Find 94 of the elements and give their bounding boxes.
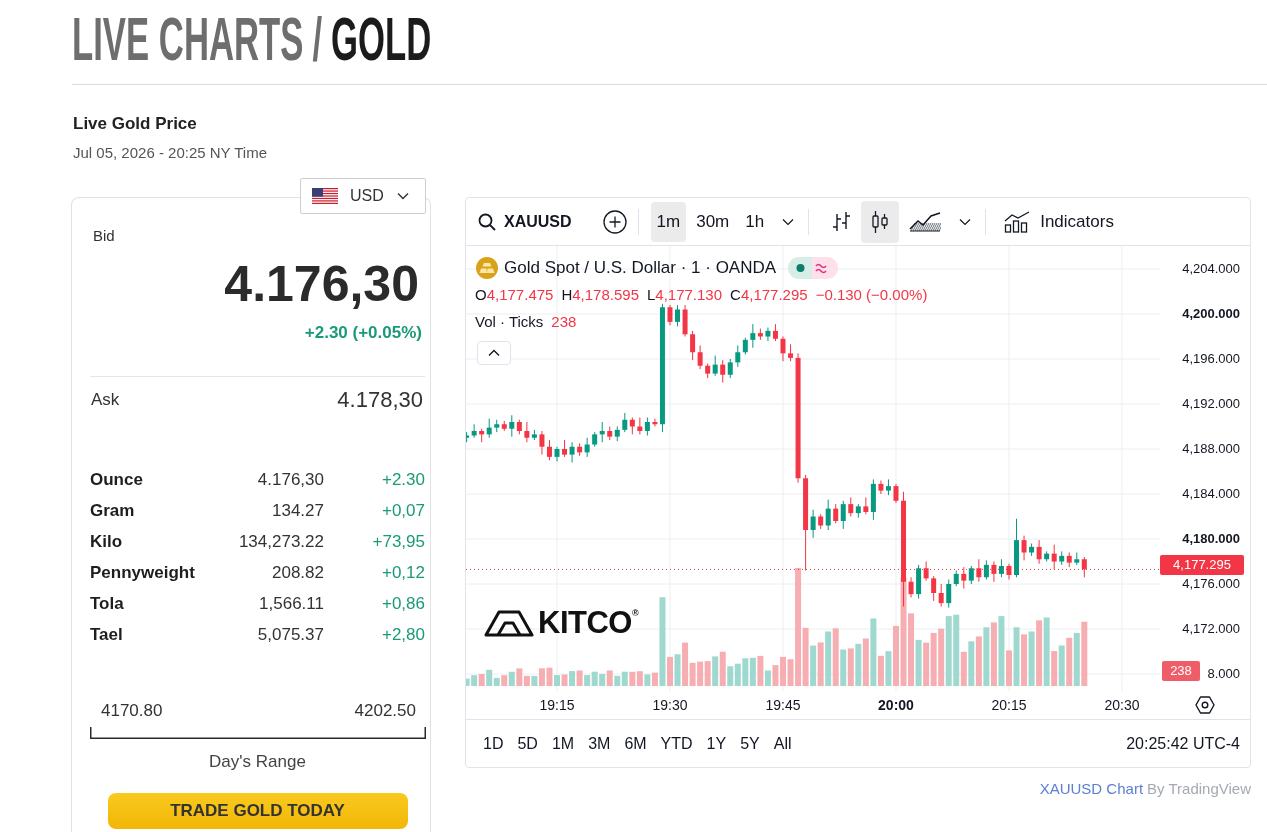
unit-price: 4.176,30 bbox=[257, 469, 324, 491]
ohlc-value: 4,177.475 bbox=[486, 285, 554, 303]
bid-label: Bid bbox=[93, 227, 115, 245]
clock-text: 20:25:42 UTC-4 bbox=[1126, 734, 1240, 753]
candlestick-icon bbox=[871, 209, 890, 234]
unit-price: 208.82 bbox=[272, 562, 324, 584]
range-button[interactable]: 5Y bbox=[733, 730, 767, 757]
range-button[interactable]: All bbox=[766, 730, 799, 757]
unit-price: 1,566.11 bbox=[259, 593, 324, 615]
price-axis-label: 4,204.000 bbox=[1182, 261, 1240, 277]
time-axis-label: 19:15 bbox=[538, 696, 576, 714]
flag-icon bbox=[312, 188, 338, 204]
area-chart-icon bbox=[909, 211, 942, 232]
price-axis-label: 4,188.000 bbox=[1182, 441, 1240, 457]
ohlc-label: O bbox=[475, 285, 487, 303]
range-low: 4170.80 bbox=[101, 700, 163, 722]
timestamp: Jul 05, 2026 - 20:25 NY Time bbox=[73, 143, 267, 163]
ohlc-label: C bbox=[730, 285, 741, 303]
price-axis-label: 4,180.000 bbox=[1182, 531, 1240, 547]
chart-style-button[interactable] bbox=[861, 200, 900, 243]
time-axis-label: 20:30 bbox=[1103, 696, 1141, 714]
price-axis-label: 4,172.000 bbox=[1182, 621, 1240, 637]
unit-change: +0,86 bbox=[382, 593, 425, 615]
page-title: GOLD bbox=[331, 4, 432, 73]
caret-icon bbox=[782, 217, 795, 226]
interval-tab[interactable]: 1m bbox=[650, 201, 687, 242]
caret-icon bbox=[396, 192, 409, 200]
chart-link[interactable]: XAUUSD Chart bbox=[1039, 779, 1144, 799]
volume-tag: 238 bbox=[1162, 661, 1200, 681]
breadcrumb-separator: / bbox=[312, 4, 323, 73]
ohlc-value: 4,178.595 bbox=[572, 285, 639, 303]
unit-name: Gram bbox=[90, 500, 135, 522]
unit-price: 134.27 bbox=[272, 500, 324, 522]
ohlc-bars-icon bbox=[831, 210, 852, 233]
legend-title: Gold Spot / U.S. Dollar · 1 · OANDA bbox=[504, 258, 777, 278]
unit-change: +0,07 bbox=[382, 500, 425, 522]
ask-label: Ask bbox=[91, 390, 120, 410]
time-axis-label: 19:30 bbox=[651, 696, 689, 714]
logo-text: KITCO$^{®}$ bbox=[538, 607, 639, 639]
bid-price: 4.176,30 bbox=[224, 256, 419, 312]
unit-name: Ounce bbox=[90, 469, 143, 491]
unit-name: Tola bbox=[90, 593, 124, 615]
range-button[interactable]: 6M bbox=[617, 730, 654, 757]
last-price-tag: 4,177.295 bbox=[1160, 555, 1244, 576]
range-button[interactable]: 1Y bbox=[699, 730, 734, 757]
range-button[interactable]: 5D bbox=[510, 730, 545, 757]
unit-change: +2,80 bbox=[382, 624, 425, 646]
legend-change: −0.130 (−0.00%) bbox=[815, 285, 928, 303]
section-title: Live Gold Price bbox=[73, 113, 197, 135]
plus-icon bbox=[602, 209, 627, 234]
bar-line-chart-icon bbox=[1004, 210, 1031, 233]
range-button[interactable]: YTD bbox=[653, 730, 700, 757]
currency-dropdown[interactable]: USD bbox=[300, 178, 426, 214]
attribution-text: By TradingView bbox=[1147, 779, 1251, 799]
caret-icon bbox=[959, 217, 972, 226]
ohlc-label: H bbox=[561, 285, 573, 303]
indicators-button[interactable]: Indicators bbox=[998, 201, 1120, 242]
interval-tab[interactable]: 1h bbox=[739, 201, 771, 242]
price-axis-label: 4,196.000 bbox=[1182, 351, 1240, 367]
price-change: +2.30 (+0.05%) bbox=[304, 322, 422, 344]
interval-tab[interactable]: 30m bbox=[690, 201, 736, 242]
range-button[interactable]: 1M bbox=[544, 730, 582, 757]
settings-icon[interactable] bbox=[1195, 696, 1215, 714]
unit-change: +73,95 bbox=[372, 531, 425, 553]
bullion-icon bbox=[476, 257, 498, 279]
range-high: 4202.50 bbox=[354, 700, 416, 722]
breadcrumb-link[interactable]: LIVE CHARTS bbox=[72, 4, 304, 73]
trade-button[interactable]: TRADE GOLD TODAY bbox=[107, 793, 408, 829]
ohlc-value: 4,177.295 bbox=[740, 285, 808, 303]
price-axis-label: 4,192.000 bbox=[1182, 396, 1240, 412]
ohlc-value: 4,177.130 bbox=[655, 285, 723, 303]
logo-icon bbox=[484, 609, 534, 637]
unit-name: Kilo bbox=[90, 531, 123, 553]
ohlc-label: L bbox=[647, 285, 656, 303]
unit-change: +2.30 bbox=[382, 469, 425, 491]
wave-icon bbox=[812, 257, 839, 279]
unit-change: +0,12 bbox=[382, 562, 425, 584]
unit-price: 134,273.22 bbox=[238, 531, 324, 553]
range-button[interactable]: 3M bbox=[581, 730, 618, 757]
price-axis-label: 4,200.000 bbox=[1182, 306, 1240, 322]
price-axis-label: 4,176.000 bbox=[1182, 576, 1240, 592]
symbol-search-button[interactable]: XAUUSD bbox=[472, 201, 578, 242]
price-axis-label: 8.000 bbox=[1207, 666, 1240, 682]
time-axis-label: 20:00 bbox=[877, 696, 915, 714]
unit-name: Pennyweight bbox=[90, 562, 195, 584]
range-caption: Day's Range bbox=[209, 751, 306, 773]
search-icon bbox=[478, 212, 496, 231]
unit-name: Tael bbox=[90, 624, 123, 646]
time-axis-label: 19:45 bbox=[764, 696, 802, 714]
ask-price: 4.178,30 bbox=[337, 387, 423, 413]
range-button[interactable]: 1D bbox=[476, 730, 511, 757]
price-axis-label: 4,184.000 bbox=[1182, 486, 1240, 502]
time-axis-label: 20:15 bbox=[990, 696, 1028, 714]
unit-price: 5,075.37 bbox=[257, 624, 324, 646]
